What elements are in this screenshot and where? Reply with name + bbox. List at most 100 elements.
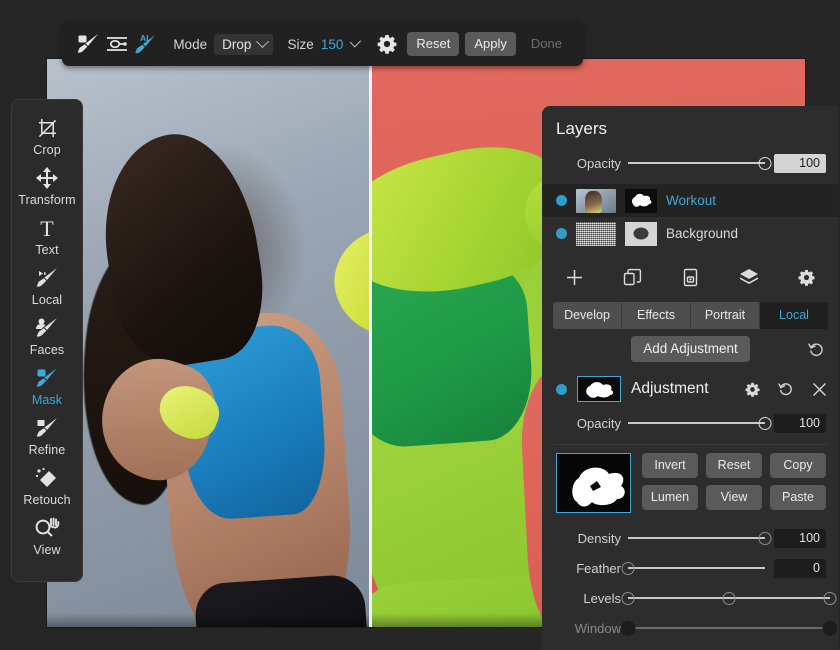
lumen-button[interactable]: Lumen [642, 485, 698, 510]
sidebar-label-retouch: Retouch [23, 493, 70, 507]
mask-controls: Invert Reset Copy Lumen View Paste [542, 451, 839, 513]
layer-thumbnail[interactable] [576, 222, 616, 246]
add-adjustment-row: Add Adjustment [542, 329, 839, 369]
adjustment-title: Adjustment [631, 380, 735, 398]
sidebar-label-transform: Transform [18, 193, 75, 207]
new-adjustment-layer-icon[interactable] [680, 266, 702, 288]
refine-brush-icon [35, 416, 59, 440]
copy-mask-button[interactable]: Copy [770, 453, 826, 478]
gradient-mask-icon[interactable] [102, 30, 130, 58]
magnifier-hand-icon [34, 516, 60, 540]
layer-settings-gear-icon[interactable] [796, 266, 818, 288]
levels-slider[interactable] [628, 590, 830, 606]
svg-text:AI: AI [140, 33, 149, 43]
retouch-eraser-icon [35, 466, 59, 490]
close-x-icon[interactable] [812, 382, 827, 397]
feather-value[interactable]: 0 [774, 559, 826, 578]
layer-name: Background [666, 226, 738, 241]
layer-mask-thumbnail[interactable] [625, 222, 657, 246]
local-brush-icon [35, 266, 59, 290]
window-label: Window [542, 621, 628, 636]
faces-brush-icon [35, 316, 59, 340]
layer-row-background[interactable]: Background [542, 217, 839, 250]
size-chevron-down-icon[interactable] [350, 36, 361, 47]
levels-label: Levels [542, 591, 628, 606]
size-value[interactable]: 150 [321, 37, 344, 52]
levels-row: Levels [542, 583, 839, 613]
sidebar-item-retouch[interactable]: Retouch [12, 462, 82, 512]
sidebar-item-view[interactable]: View [12, 512, 82, 562]
add-layer-icon[interactable] [564, 266, 586, 288]
slider-knob[interactable] [759, 532, 772, 545]
view-mask-button[interactable]: View [706, 485, 762, 510]
slider-knob[interactable] [759, 157, 772, 170]
sidebar-label-faces: Faces [30, 343, 65, 357]
layer-row-workout[interactable]: Workout [542, 184, 839, 217]
slider-track [628, 627, 830, 629]
app-root: Crop Transform T Text Local [0, 0, 840, 650]
split-view-divider[interactable] [369, 59, 372, 627]
layer-visibility-toggle[interactable] [556, 228, 567, 239]
sidebar-label-view: View [33, 543, 60, 557]
slider-knob-high[interactable] [824, 592, 837, 605]
layer-thumbnail[interactable] [576, 189, 616, 213]
slider-knob-low[interactable] [622, 592, 635, 605]
sidebar-item-local[interactable]: Local [12, 262, 82, 312]
slider-knob-high[interactable] [823, 621, 838, 636]
paste-mask-button[interactable]: Paste [770, 485, 826, 510]
tab-portrait[interactable]: Portrait [691, 302, 760, 329]
slider-knob-low[interactable] [621, 621, 636, 636]
tab-effects[interactable]: Effects [622, 302, 691, 329]
adjustment-opacity-row: Opacity 100 [542, 408, 839, 438]
mode-value: Drop [222, 37, 251, 52]
mask-brush-icon[interactable] [74, 30, 102, 58]
sidebar-label-text: Text [35, 243, 58, 257]
adjustment-opacity-value[interactable]: 100 [774, 414, 826, 433]
adjustment-opacity-slider[interactable] [628, 415, 765, 431]
sidebar-item-crop[interactable]: Crop [12, 112, 82, 162]
invert-button[interactable]: Invert [642, 453, 698, 478]
mask-buttons-row-2: Lumen View Paste [642, 485, 826, 510]
move-arrows-icon [36, 166, 58, 190]
slider-knob[interactable] [622, 562, 635, 575]
reset-button[interactable]: Reset [407, 32, 459, 56]
slider-knob-mid[interactable] [723, 592, 736, 605]
layers-stack-icon[interactable] [738, 266, 760, 288]
layers-opacity-row: Opacity 100 [542, 148, 839, 178]
sidebar-label-refine: Refine [29, 443, 66, 457]
reset-mask-button[interactable]: Reset [706, 453, 762, 478]
canvas-original-pane [47, 59, 370, 627]
layers-opacity-slider[interactable] [628, 155, 765, 171]
mode-dropdown[interactable]: Drop [214, 34, 273, 55]
reset-arrow-icon[interactable] [778, 381, 794, 397]
layers-opacity-value[interactable]: 100 [774, 154, 826, 173]
adjustment-visibility-toggle[interactable] [556, 384, 567, 395]
density-value[interactable]: 100 [774, 529, 826, 548]
density-slider[interactable] [628, 530, 765, 546]
layer-mask-thumbnail[interactable] [625, 189, 657, 213]
layers-panel-title: Layers [542, 106, 839, 148]
duplicate-layer-icon[interactable] [622, 266, 644, 288]
tab-develop[interactable]: Develop [553, 302, 622, 329]
mask-preview-thumbnail[interactable] [556, 453, 631, 513]
sidebar-item-text[interactable]: T Text [12, 212, 82, 262]
add-adjustment-button[interactable]: Add Adjustment [631, 336, 750, 362]
apply-button[interactable]: Apply [465, 32, 516, 56]
gear-icon[interactable] [373, 30, 401, 58]
slider-knob[interactable] [759, 417, 772, 430]
ai-brush-icon[interactable]: AI [131, 30, 159, 58]
text-t-icon: T [37, 216, 57, 240]
sidebar-item-refine[interactable]: Refine [12, 412, 82, 462]
gear-icon[interactable] [745, 382, 760, 397]
sidebar-item-mask[interactable]: Mask [12, 362, 82, 412]
feather-slider[interactable] [628, 560, 765, 576]
adjustment-mask-thumbnail[interactable] [577, 376, 621, 402]
layer-visibility-toggle[interactable] [556, 195, 567, 206]
sidebar-item-faces[interactable]: Faces [12, 312, 82, 362]
panel-tabs: Develop Effects Portrait Local [553, 302, 828, 329]
reset-arrow-icon[interactable] [808, 341, 825, 358]
layers-panel: Layers Opacity 100 Workout Background [542, 106, 839, 650]
window-slider[interactable] [628, 620, 830, 636]
tab-local[interactable]: Local [760, 302, 828, 329]
sidebar-item-transform[interactable]: Transform [12, 162, 82, 212]
